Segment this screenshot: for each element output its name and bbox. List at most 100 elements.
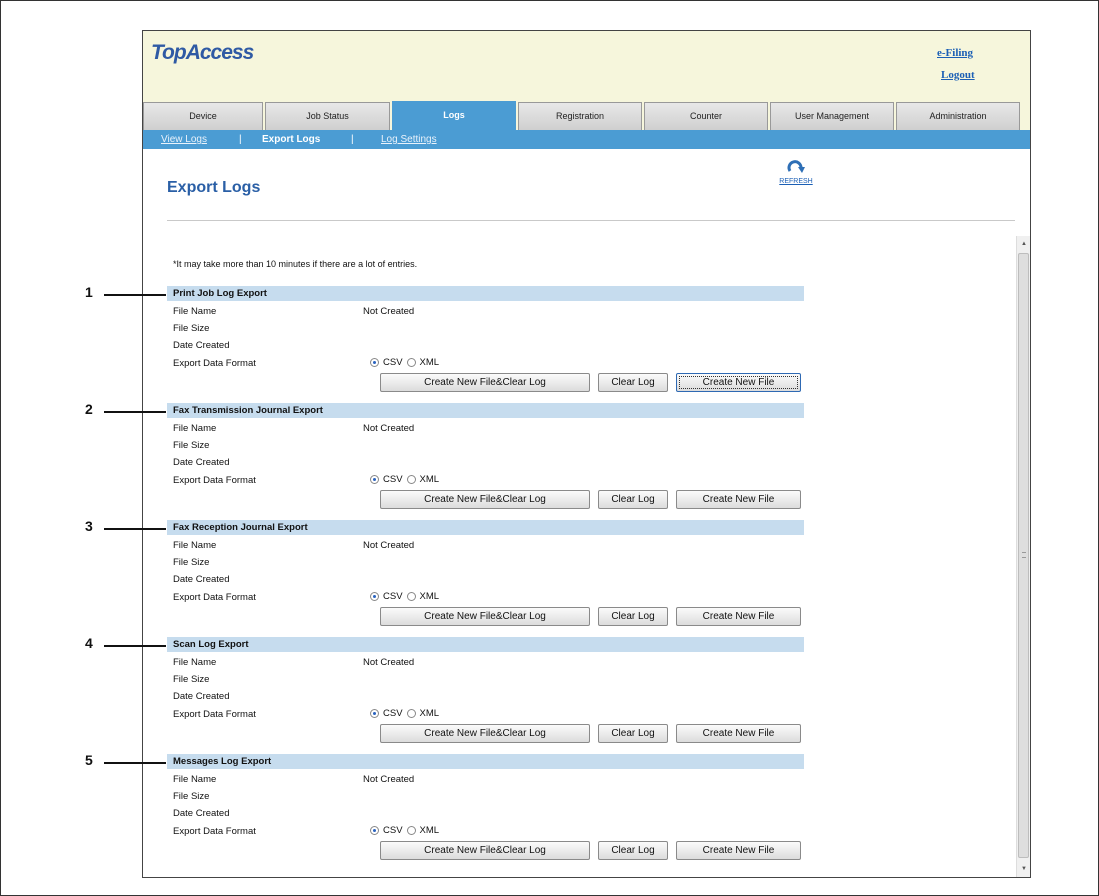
xml-label: XML: [419, 591, 440, 602]
tab-user-management[interactable]: User Management: [770, 102, 894, 130]
time-warning-note: *It may take more than 10 minutes if the…: [173, 259, 418, 269]
tab-logs[interactable]: Logs: [392, 101, 516, 130]
date-created-label: Date Created: [173, 340, 230, 351]
csv-radio[interactable]: [370, 475, 379, 484]
tab-counter[interactable]: Counter: [644, 102, 768, 130]
csv-label: CSV: [383, 708, 403, 719]
csv-label: CSV: [383, 825, 403, 836]
xml-radio[interactable]: [406, 826, 416, 835]
xml-radio[interactable]: [406, 709, 416, 718]
tab-administration[interactable]: Administration: [896, 102, 1020, 130]
create-new-file-button[interactable]: Create New File: [676, 373, 801, 392]
section-header: Scan Log Export: [167, 637, 804, 652]
callout-number: 4: [85, 635, 93, 651]
csv-label: CSV: [383, 591, 403, 602]
export-format-label: Export Data Format: [173, 475, 256, 486]
export-format-label: Export Data Format: [173, 826, 256, 837]
efiling-link[interactable]: e-Filing: [937, 47, 973, 59]
create-new-file-clear-log-button[interactable]: Create New File&Clear Log: [380, 373, 590, 392]
xml-label: XML: [419, 825, 440, 836]
refresh-label[interactable]: REFRESH: [771, 178, 821, 185]
app-header: TopAccess e-Filing Logout Device Job Sta…: [143, 31, 1030, 131]
date-created-label: Date Created: [173, 574, 230, 585]
xml-label: XML: [419, 357, 440, 368]
file-name-value: Not Created: [363, 306, 415, 317]
export-format-label: Export Data Format: [173, 592, 256, 603]
create-new-file-button[interactable]: Create New File: [676, 724, 801, 743]
tab-registration[interactable]: Registration: [518, 102, 642, 130]
tab-job-status[interactable]: Job Status: [265, 102, 390, 130]
create-new-file-clear-log-button[interactable]: Create New File&Clear Log: [380, 841, 590, 860]
callout-line: [104, 645, 166, 647]
section-header: Fax Reception Journal Export: [167, 520, 804, 535]
file-name-value: Not Created: [363, 423, 415, 434]
create-new-file-button[interactable]: Create New File: [676, 841, 801, 860]
callout-line: [104, 411, 166, 413]
csv-radio[interactable]: [370, 358, 379, 367]
section-header: Print Job Log Export: [167, 286, 804, 301]
refresh-button[interactable]: REFRESH: [771, 159, 821, 185]
file-name-label: File Name: [173, 774, 217, 785]
sub-navigation: View Logs | Export Logs | Log Settings: [143, 130, 1030, 149]
tab-device[interactable]: Device: [143, 102, 263, 130]
create-new-file-clear-log-button[interactable]: Create New File&Clear Log: [380, 607, 590, 626]
callout-line: [104, 762, 166, 764]
create-new-file-clear-log-button[interactable]: Create New File&Clear Log: [380, 490, 590, 509]
format-radio-group: CSV XML: [370, 591, 443, 602]
create-new-file-button[interactable]: Create New File: [676, 490, 801, 509]
create-new-file-button[interactable]: Create New File: [676, 607, 801, 626]
fax-reception-journal-export-section: Fax Reception Journal Export File Name N…: [167, 520, 804, 638]
file-name-label: File Name: [173, 540, 217, 551]
refresh-icon: [787, 160, 805, 173]
callout-number: 2: [85, 401, 93, 417]
subnav-separator: |: [351, 134, 354, 145]
scroll-down-icon[interactable]: ▼: [1017, 862, 1030, 876]
csv-radio[interactable]: [370, 826, 379, 835]
view-logs-link[interactable]: View Logs: [161, 134, 207, 145]
scroll-up-icon[interactable]: ▲: [1017, 237, 1030, 251]
date-created-label: Date Created: [173, 691, 230, 702]
xml-radio[interactable]: [406, 475, 416, 484]
logout-link[interactable]: Logout: [941, 69, 975, 81]
main-tabs: Device Job Status Logs Registration Coun…: [143, 101, 1030, 130]
export-logs-link[interactable]: Export Logs: [262, 134, 320, 145]
section-header: Fax Transmission Journal Export: [167, 403, 804, 418]
messages-log-export-section: Messages Log Export File Name Not Create…: [167, 754, 804, 872]
file-name-value: Not Created: [363, 774, 415, 785]
vertical-scrollbar[interactable]: ▲ ▼: [1016, 236, 1030, 877]
xml-radio[interactable]: [406, 358, 416, 367]
file-name-label: File Name: [173, 657, 217, 668]
file-size-label: File Size: [173, 674, 210, 685]
topaccess-logo: TopAccess: [151, 41, 254, 64]
print-job-log-export-section: Print Job Log Export File Name Not Creat…: [167, 286, 804, 404]
scroll-grip-icon: [1022, 552, 1026, 558]
file-name-value: Not Created: [363, 657, 415, 668]
file-name-label: File Name: [173, 423, 217, 434]
xml-label: XML: [419, 474, 440, 485]
clear-log-button[interactable]: Clear Log: [598, 841, 668, 860]
csv-label: CSV: [383, 357, 403, 368]
clear-log-button[interactable]: Clear Log: [598, 373, 668, 392]
create-new-file-clear-log-button[interactable]: Create New File&Clear Log: [380, 724, 590, 743]
xml-radio[interactable]: [406, 592, 416, 601]
clear-log-button[interactable]: Clear Log: [598, 607, 668, 626]
csv-radio[interactable]: [370, 709, 379, 718]
date-created-label: Date Created: [173, 808, 230, 819]
clear-log-button[interactable]: Clear Log: [598, 490, 668, 509]
callout-number: 3: [85, 518, 93, 534]
file-name-label: File Name: [173, 306, 217, 317]
callout-number: 1: [85, 284, 93, 300]
csv-radio[interactable]: [370, 592, 379, 601]
subnav-separator: |: [239, 134, 242, 145]
file-size-label: File Size: [173, 791, 210, 802]
callout-line: [104, 528, 166, 530]
scrollbar-thumb[interactable]: [1018, 253, 1029, 858]
clear-log-button[interactable]: Clear Log: [598, 724, 668, 743]
log-settings-link[interactable]: Log Settings: [381, 134, 437, 145]
csv-label: CSV: [383, 474, 403, 485]
title-divider: [167, 220, 1015, 221]
callout-number: 5: [85, 752, 93, 768]
scan-log-export-section: Scan Log Export File Name Not Created Fi…: [167, 637, 804, 755]
format-radio-group: CSV XML: [370, 708, 443, 719]
format-radio-group: CSV XML: [370, 357, 443, 368]
